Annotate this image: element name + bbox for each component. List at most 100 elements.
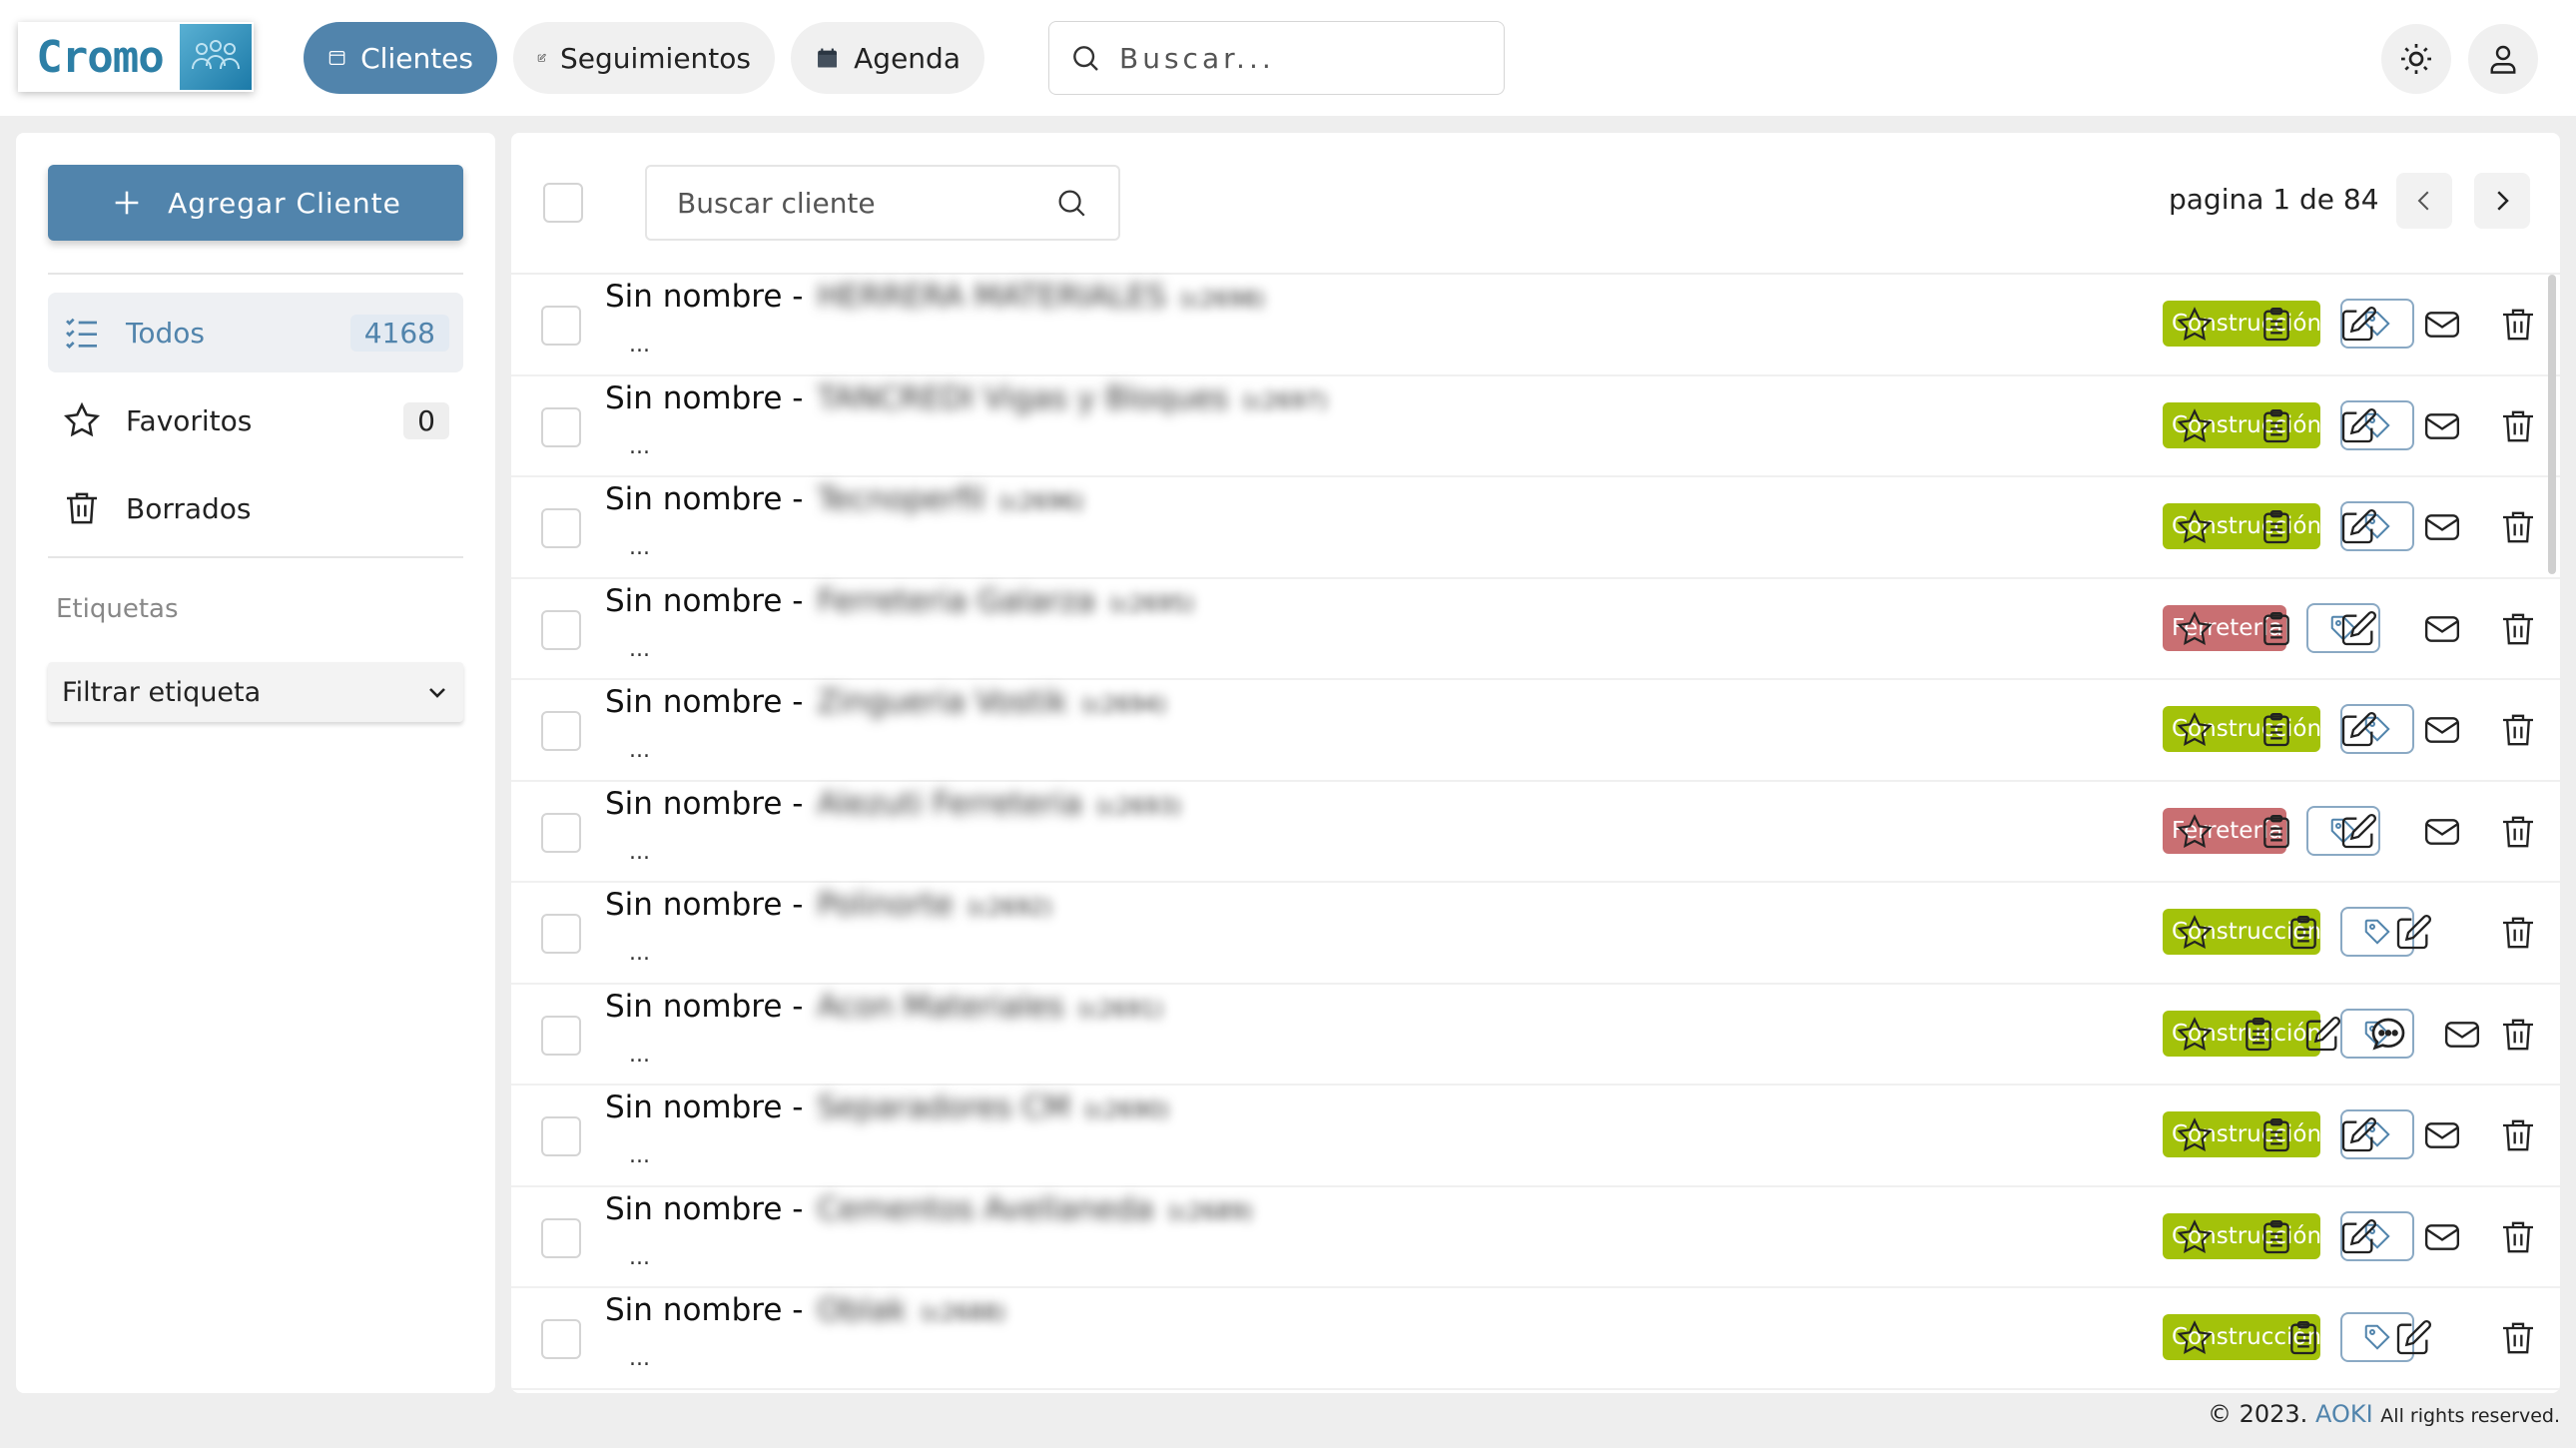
email-button[interactable] [2420, 404, 2464, 448]
table-row[interactable]: Sin nombre - Acon Materiales (c2691)... Con… [511, 985, 2560, 1086]
notes-button[interactable] [2254, 607, 2298, 651]
favorite-button[interactable] [2173, 607, 2217, 651]
delete-button[interactable] [2496, 505, 2540, 549]
client-name[interactable]: Sin nombre - TANCREDI Vigas y Bloques (c26… [605, 380, 1328, 416]
favorite-button[interactable] [2173, 1316, 2217, 1360]
delete-button[interactable] [2496, 1113, 2540, 1157]
client-name[interactable]: Sin nombre - Ferreteria Galarza (c2695) [605, 583, 1194, 619]
notes-button[interactable] [2254, 404, 2298, 448]
notes-button[interactable] [2281, 911, 2325, 955]
table-row[interactable]: Sin nombre - Separadores CM (c2690)... Cons… [511, 1086, 2560, 1187]
favorite-button[interactable] [2173, 505, 2217, 549]
client-name[interactable]: Sin nombre - HERRERA MATERIALES (c2698) [605, 279, 1265, 315]
edit-button[interactable] [2336, 505, 2380, 549]
user-menu-button[interactable] [2468, 24, 2538, 94]
client-name[interactable]: Sin nombre - Zingueria Vostik (c2694) [605, 684, 1166, 720]
delete-button[interactable] [2496, 708, 2540, 752]
row-checkbox[interactable] [541, 1319, 581, 1359]
sidebar-item-borrados[interactable]: Borrados [48, 468, 463, 548]
row-checkbox[interactable] [541, 508, 581, 548]
delete-button[interactable] [2496, 303, 2540, 347]
notes-button[interactable] [2237, 1013, 2280, 1057]
client-name[interactable]: Sin nombre - Polinorte (c2692) [605, 887, 1052, 923]
delete-button[interactable] [2496, 404, 2540, 448]
prev-page-button[interactable] [2396, 173, 2452, 229]
notes-button[interactable] [2254, 303, 2298, 347]
table-row[interactable]: Sin nombre - Cementos Avellaneda (c2689)..… [511, 1187, 2560, 1288]
delete-button[interactable] [2496, 607, 2540, 651]
delete-button[interactable] [2496, 810, 2540, 854]
notes-button[interactable] [2281, 1316, 2325, 1360]
notes-button[interactable] [2254, 1113, 2298, 1157]
table-row[interactable]: Sin nombre - Zingueria Vostik (c2694)... Co… [511, 680, 2560, 782]
edit-button[interactable] [2336, 708, 2380, 752]
row-checkbox[interactable] [541, 914, 581, 954]
edit-button[interactable] [2336, 607, 2380, 651]
row-checkbox[interactable] [541, 306, 581, 346]
next-page-button[interactable] [2474, 173, 2530, 229]
tag-filter-select[interactable]: Filtrar etiqueta [48, 662, 463, 722]
table-row[interactable]: Sin nombre - Oblak (c2688)... Construcción [511, 1288, 2560, 1390]
footer-brand-link[interactable]: AOKI [2315, 1400, 2373, 1428]
nav-agenda[interactable]: Agenda [791, 22, 984, 94]
delete-button[interactable] [2496, 1215, 2540, 1259]
edit-button[interactable] [2391, 1316, 2435, 1360]
client-name[interactable]: Sin nombre - Acon Materiales (c2691) [605, 989, 1163, 1025]
favorite-button[interactable] [2173, 911, 2217, 955]
theme-toggle-button[interactable] [2381, 24, 2451, 94]
edit-button[interactable] [2391, 911, 2435, 955]
email-button[interactable] [2420, 810, 2464, 854]
notes-button[interactable] [2254, 708, 2298, 752]
favorite-button[interactable] [2173, 708, 2217, 752]
notes-button[interactable] [2254, 505, 2298, 549]
nav-seguimientos[interactable]: Seguimientos [513, 22, 775, 94]
row-checkbox[interactable] [541, 711, 581, 751]
nav-clientes[interactable]: Clientes [304, 22, 497, 94]
row-checkbox[interactable] [541, 1116, 581, 1156]
favorite-button[interactable] [2173, 303, 2217, 347]
edit-button[interactable] [2336, 1113, 2380, 1157]
email-button[interactable] [2420, 708, 2464, 752]
edit-button[interactable] [2336, 1215, 2380, 1259]
global-search-input[interactable] [1119, 41, 1479, 75]
client-name[interactable]: Sin nombre - Alezuti Ferreteria (c2693) [605, 786, 1181, 822]
favorite-button[interactable] [2173, 810, 2217, 854]
table-row[interactable]: Sin nombre - Polinorte (c2692)... Construcc… [511, 883, 2560, 985]
table-row[interactable]: Sin nombre - HERRERA MATERIALES (c2698)...… [511, 275, 2560, 376]
table-row[interactable]: Sin nombre - Ferreteria Galarza (c2695)...… [511, 579, 2560, 680]
favorite-button[interactable] [2173, 1013, 2217, 1057]
delete-button[interactable] [2496, 1013, 2540, 1057]
table-row[interactable]: Sin nombre - Alezuti Ferreteria (c2693)...… [511, 782, 2560, 883]
row-checkbox[interactable] [541, 1217, 581, 1258]
client-name[interactable]: Sin nombre - Tecnoperfil (c2696) [605, 481, 1084, 517]
edit-button[interactable] [2336, 303, 2380, 347]
email-button[interactable] [2440, 1013, 2484, 1057]
client-name[interactable]: Sin nombre - Separadores CM (c2690) [605, 1089, 1169, 1125]
favorite-button[interactable] [2173, 1113, 2217, 1157]
email-button[interactable] [2420, 303, 2464, 347]
app-logo[interactable]: Cromo [18, 22, 254, 92]
client-search-input[interactable] [677, 186, 1054, 220]
favorite-button[interactable] [2173, 404, 2217, 448]
edit-button[interactable] [2336, 810, 2380, 854]
delete-button[interactable] [2496, 1316, 2540, 1360]
email-button[interactable] [2420, 505, 2464, 549]
sidebar-item-favoritos[interactable]: Favoritos 0 [48, 380, 463, 460]
search-icon[interactable] [1054, 186, 1088, 220]
sidebar-item-todos[interactable]: Todos 4168 [48, 293, 463, 372]
add-client-button[interactable]: Agregar Cliente [48, 165, 463, 241]
notes-button[interactable] [2254, 810, 2298, 854]
email-button[interactable] [2420, 607, 2464, 651]
row-checkbox[interactable] [541, 609, 581, 650]
notes-button[interactable] [2254, 1215, 2298, 1259]
table-row[interactable]: Sin nombre - Tecnoperfil (c2696)... Constru… [511, 477, 2560, 579]
message-button[interactable] [2366, 1013, 2410, 1057]
row-checkbox[interactable] [541, 406, 581, 447]
global-search[interactable] [1048, 21, 1505, 95]
select-all-checkbox[interactable] [543, 183, 583, 223]
edit-button[interactable] [2336, 404, 2380, 448]
list-scrollbar[interactable] [2548, 275, 2556, 574]
table-row[interactable]: Sin nombre - TANCREDI Vigas y Bloques (c26… [511, 376, 2560, 477]
row-checkbox[interactable] [541, 1015, 581, 1056]
client-name[interactable]: Sin nombre - Oblak (c2688) [605, 1292, 1005, 1328]
